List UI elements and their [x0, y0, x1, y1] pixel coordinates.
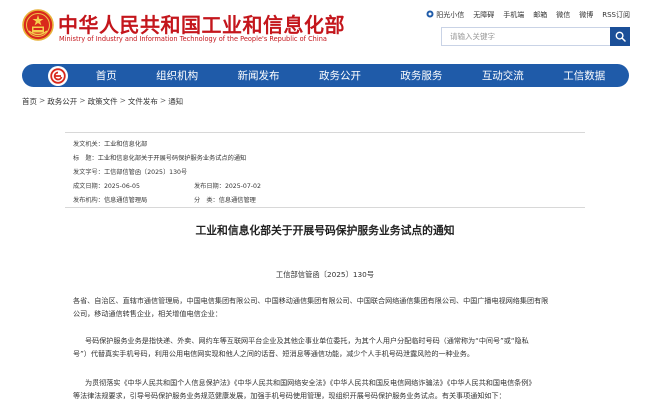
document-number: 工信部信管函〔2025〕130号 [275, 270, 375, 279]
breadcrumb-notice[interactable]: 通知 [168, 96, 183, 107]
breadcrumb-separator: > [79, 96, 86, 105]
nav-item-data[interactable]: 工信数据 [563, 68, 605, 83]
document-paragraph-purpose: 为贯彻落实《中华人民共和国个人信息保护法》《中华人民共和国网络安全法》《中华人民… [73, 376, 593, 402]
meta-category: 分 类：信息通信管理 [194, 195, 256, 204]
breadcrumb-separator: > [159, 96, 167, 105]
main-nav: 首页 组织机构 新闻发布 政务公开 政务服务 互动交流 工信数据 [22, 64, 629, 87]
miit-logo-icon [50, 67, 66, 84]
breadcrumb-public-affairs[interactable]: 政务公开 [47, 96, 77, 107]
sunshine-logo-icon [426, 10, 434, 18]
breadcrumb-policy-docs[interactable]: 政策文件 [88, 96, 118, 107]
document-paragraph-recipients: 各省、自治区、直辖市通信管理局，中国电信集团有限公司、中国移动通信集团有限公司、… [73, 294, 593, 320]
meta-issuer-value: 工业和信息化部 [103, 141, 148, 148]
meta-issuer-label: 发文机关： [73, 141, 104, 148]
nav-item-home[interactable]: 首页 [96, 68, 117, 83]
meta-title-value: 工业和信息化部关于开展号码保护服务业务试点的通知 [97, 155, 247, 162]
search-button[interactable] [610, 27, 630, 46]
meta-category-value: 信息通信管理 [218, 197, 256, 204]
top-link-sunshine-label: 阳光小信 [436, 11, 465, 19]
document-metadata: 发文机关：工业和信息化部 标 题：工业和信息化部关于开展号码保护服务业务试点的通… [65, 132, 585, 208]
meta-org: 发布机构：信息通信管理局 [73, 195, 147, 204]
meta-pubdate-label: 发布日期： [194, 183, 225, 190]
paragraph-line: 号”）代替真实手机号码，利用公用电信网实现和他人之间的话音、短消息等通信功能，减… [73, 349, 474, 358]
meta-issuer: 发文机关：工业和信息化部 [73, 139, 147, 148]
top-link-weibo[interactable]: 微博 [579, 10, 593, 20]
paragraph-line: 号码保护服务业务是指快递、外卖、网约车等互联网平台企业及其他企事业单位委托，为其… [85, 336, 529, 345]
breadcrumb: 首页 > 政务公开 > 政策文件 > 文件发布 > 通知 [22, 96, 183, 107]
top-link-mobile[interactable]: 手机端 [503, 10, 524, 20]
search-box [441, 27, 630, 46]
breadcrumb-doc-release[interactable]: 文件发布 [128, 96, 158, 107]
top-link-rss[interactable]: RSS订阅 [602, 10, 630, 20]
top-link-accessibility[interactable]: 无障碍 [473, 10, 494, 20]
meta-org-label: 发布机构： [73, 197, 104, 204]
paragraph-line: 等法律法规要求，引导号码保护服务业务规范健康发展，加强手机号码使用管理，现组织开… [73, 391, 506, 400]
meta-docno-value: 工信部信管函〔2025〕130号 [103, 169, 188, 176]
nav-item-public-affairs[interactable]: 政务公开 [319, 68, 361, 83]
breadcrumb-home[interactable]: 首页 [22, 96, 37, 107]
site-header: 中华人民共和国工业和信息化部 Ministry of Industry and … [0, 0, 650, 58]
search-input[interactable] [442, 28, 610, 45]
document-paragraph-definition: 号码保护服务业务是指快递、外卖、网约车等互联网平台企业及其他企事业单位委托，为其… [73, 334, 593, 360]
meta-title-label: 标 题： [73, 155, 98, 162]
breadcrumb-separator: > [119, 96, 126, 105]
meta-docno: 发文字号：工信部信管函〔2025〕130号 [73, 167, 187, 176]
meta-date: 成文日期：2025-06-05 [73, 181, 140, 190]
nav-item-news[interactable]: 新闻发布 [238, 68, 280, 83]
top-link-wechat[interactable]: 微信 [556, 10, 570, 20]
paragraph-line: 各省、自治区、直辖市通信管理局，中国电信集团有限公司、中国移动通信集团有限公司、… [73, 296, 549, 305]
nav-items: 首页 组织机构 新闻发布 政务公开 政务服务 互动交流 工信数据 [68, 68, 629, 83]
document-title: 工业和信息化部关于开展号码保护服务业务试点的通知 [195, 224, 455, 237]
breadcrumb-separator: > [39, 96, 46, 105]
nav-logo[interactable] [48, 65, 68, 86]
top-links: 阳光小信 无障碍 手机端 邮箱 微信 微博 RSS订阅 [426, 10, 630, 20]
nav-item-interaction[interactable]: 互动交流 [482, 68, 524, 83]
site-subtitle: Ministry of Industry and Information Tec… [59, 35, 327, 43]
paragraph-line: 为贯彻落实《中华人民共和国个人信息保护法》《中华人民共和国网络安全法》《中华人民… [85, 378, 536, 387]
meta-category-label: 分 类： [194, 197, 219, 204]
meta-title: 标 题：工业和信息化部关于开展号码保护服务业务试点的通知 [73, 153, 246, 162]
meta-date-label: 成文日期： [73, 183, 104, 190]
national-emblem-icon[interactable] [22, 9, 54, 41]
top-link-sunshine[interactable]: 阳光小信 [426, 10, 464, 20]
meta-docno-label: 发文字号： [73, 169, 104, 176]
meta-pubdate-value: 2025-07-02 [224, 183, 261, 190]
search-icon [615, 31, 626, 42]
site-title[interactable]: 中华人民共和国工业和信息化部 [58, 9, 345, 38]
meta-pubdate: 发布日期：2025-07-02 [194, 181, 261, 190]
nav-item-organization[interactable]: 组织机构 [156, 68, 198, 83]
meta-org-value: 信息通信管理局 [103, 197, 148, 204]
nav-item-services[interactable]: 政务服务 [400, 68, 442, 83]
meta-date-value: 2025-06-05 [103, 183, 140, 190]
top-link-mail[interactable]: 邮箱 [533, 10, 547, 20]
paragraph-line: 公司，移动通信转售企业，相关增值电信企业： [73, 309, 222, 318]
